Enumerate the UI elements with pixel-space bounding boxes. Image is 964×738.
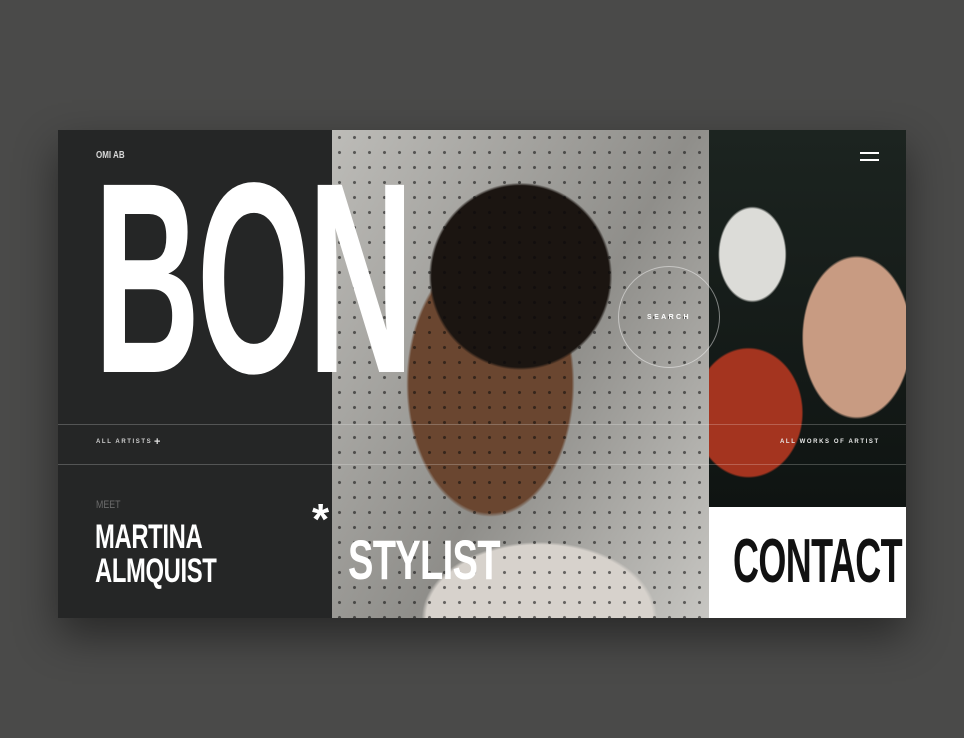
hamburger-menu-icon[interactable] [860, 152, 879, 162]
contact-button[interactable]: CONTACT [709, 507, 906, 618]
search-label[interactable]: SEARCH [647, 314, 691, 321]
divider-top [58, 424, 906, 425]
plus-icon[interactable]: + [154, 436, 160, 448]
all-works-link[interactable]: ALL WORKS OF ARTIST [780, 439, 880, 445]
artist-name-line2: ALMQUIST [95, 552, 217, 590]
asterisk-icon: * [312, 495, 330, 544]
meet-label: MEET [96, 499, 121, 511]
all-artists-link[interactable]: ALL ARTISTS [96, 439, 152, 445]
portrait-photo-right [709, 130, 906, 507]
hero-card: OMI AB BON ALL ARTISTS + MEET MARTINA AL… [58, 130, 906, 618]
hero-title: BON [94, 130, 414, 430]
artist-name[interactable]: MARTINA ALMQUIST [95, 520, 269, 588]
artist-name-line1: MARTINA [95, 518, 203, 556]
role-title: STYLIST [348, 528, 500, 591]
divider-bottom [58, 464, 906, 465]
contact-label: CONTACT [733, 527, 903, 596]
